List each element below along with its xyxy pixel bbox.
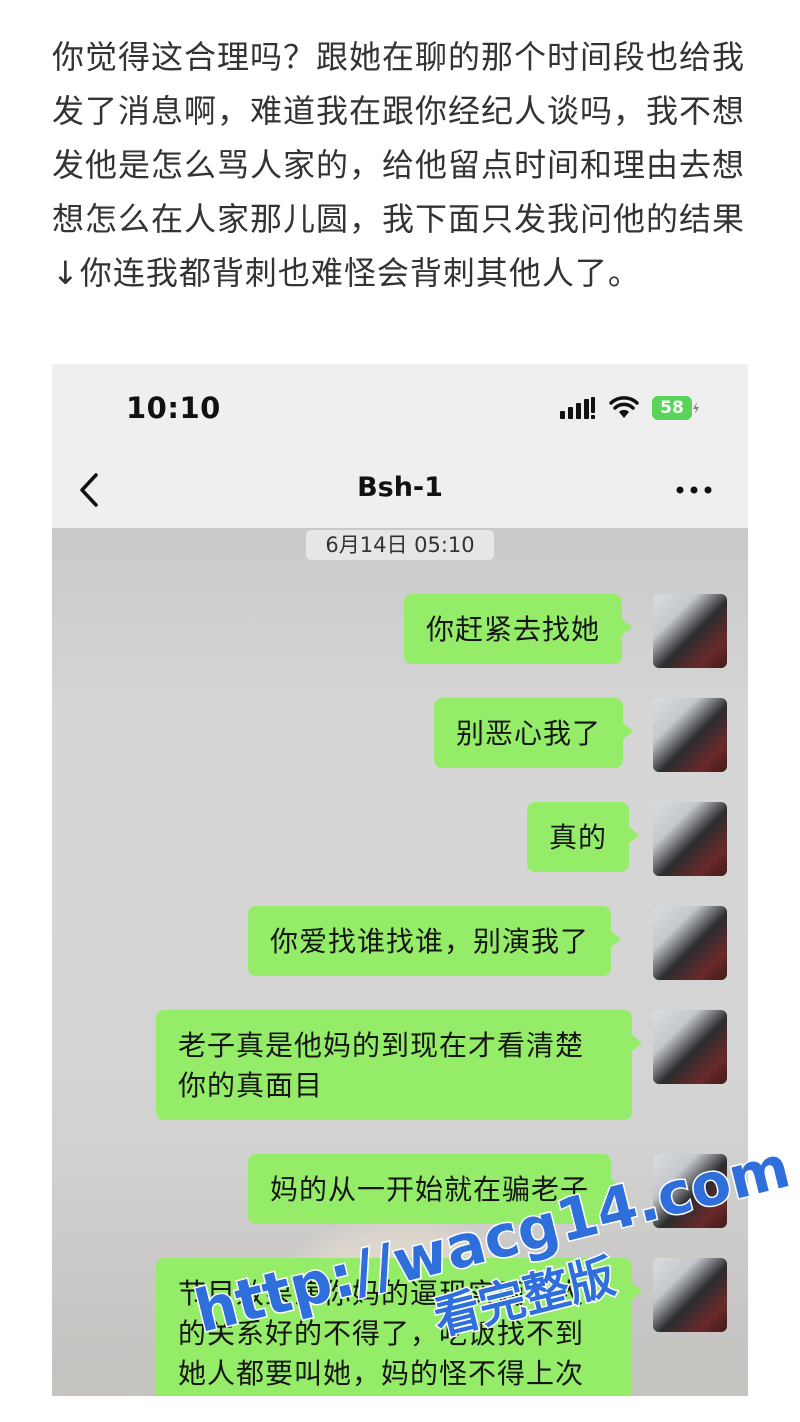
message-bubble[interactable]: 真的: [527, 802, 640, 872]
message-bubble[interactable]: 你爱找谁找谁，别演我了: [248, 906, 622, 976]
avatar[interactable]: [653, 802, 727, 876]
message-bubble[interactable]: 妈的从一开始就在骗老子: [248, 1154, 622, 1224]
message-timestamp: 6月14日 05:10: [306, 530, 494, 560]
message-bubble[interactable]: 节目效果演你妈的逼现实两个人的关系好的不得了，吃饭找不到她人都要叫她，妈的怪不得…: [156, 1258, 642, 1396]
status-bar: 10:10 58: [52, 364, 748, 452]
chat-screenshot: 10:10 58 Bsh-1 6月14日 05:10 你赶紧去找她 别恶心我了 …: [52, 364, 748, 1396]
avatar[interactable]: [653, 906, 727, 980]
message-bubble[interactable]: 老子真是他妈的到现在才看清楚你的真面目: [156, 1010, 642, 1120]
avatar[interactable]: [653, 1258, 727, 1332]
status-time: 10:10: [126, 391, 221, 425]
avatar[interactable]: [653, 1154, 727, 1228]
avatar[interactable]: [653, 1010, 727, 1084]
cellular-signal-icon: [560, 397, 595, 419]
chat-nav-bar: Bsh-1: [52, 452, 748, 528]
more-options-icon[interactable]: [674, 484, 714, 496]
chat-title: Bsh-1: [357, 472, 443, 503]
charging-bolt-icon: [693, 402, 699, 414]
avatar[interactable]: [653, 698, 727, 772]
battery-indicator: 58: [652, 396, 692, 420]
post-text: 你觉得这合理吗？跟她在聊的那个时间段也给我发了消息啊，难道我在跟你经纪人谈吗，我…: [52, 38, 746, 292]
message-bubble[interactable]: 别恶心我了: [434, 698, 634, 768]
avatar[interactable]: [653, 594, 727, 668]
message-bubble[interactable]: 你赶紧去找她: [404, 594, 633, 664]
wifi-icon: [609, 396, 639, 418]
